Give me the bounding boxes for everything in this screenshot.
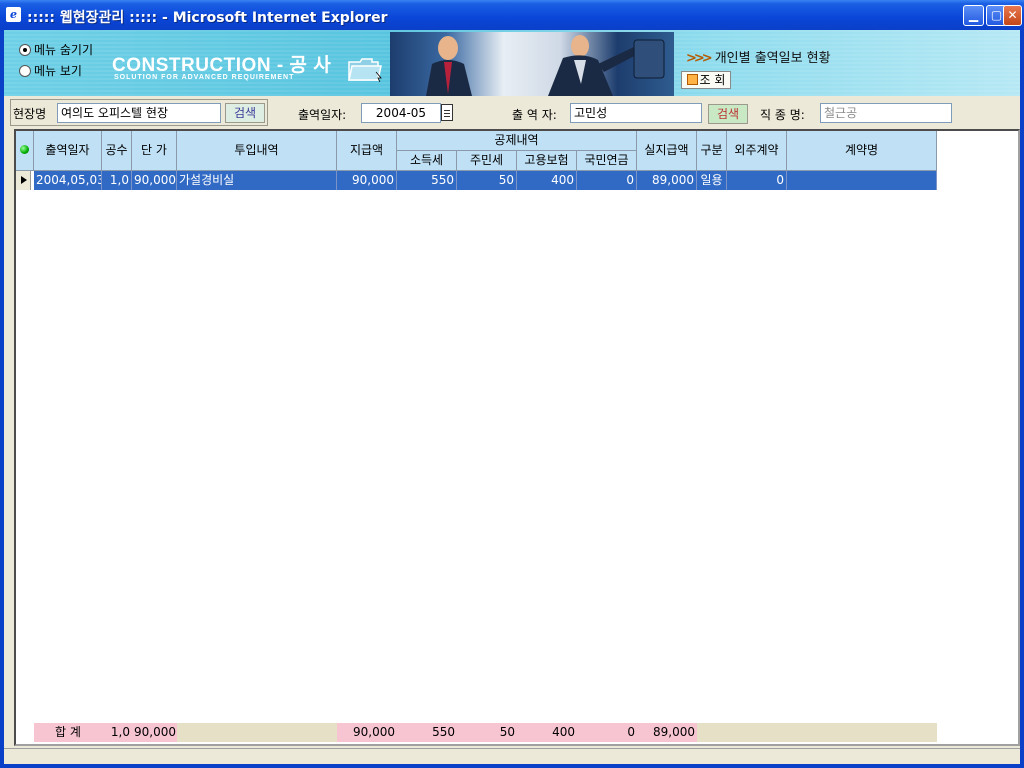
totals-label: 합 계 (34, 723, 102, 742)
ie-icon: e (6, 7, 21, 22)
calendar-icon[interactable] (441, 104, 453, 121)
col-header-category[interactable]: 구분 (697, 131, 727, 171)
query-button[interactable]: 조 회 (681, 71, 731, 89)
menu-hide-radio[interactable]: 메뉴 숨기기 (19, 41, 93, 58)
cell-outsourcing[interactable]: 0 (727, 171, 787, 190)
report-title: >>> 개인별 출역일보 현황 (686, 51, 831, 66)
col-header-unit-price[interactable]: 단 가 (132, 131, 177, 171)
totals-workdays: 1,0 (102, 723, 132, 742)
cell-payment[interactable]: 90,000 (337, 171, 397, 190)
grid-corner-cell (16, 131, 34, 171)
cell-detail[interactable]: 가설경비실 (177, 171, 337, 190)
job-field[interactable]: 철근공 (820, 103, 952, 123)
cell-employment-insurance[interactable]: 400 (517, 171, 577, 190)
minimize-button[interactable]: ▁ (963, 5, 984, 26)
col-header-detail[interactable]: 투입내역 (177, 131, 337, 171)
status-dot-icon (20, 145, 29, 154)
worker-label: 출 역 자: (512, 108, 557, 122)
col-header-workdays[interactable]: 공수 (102, 131, 132, 171)
totals-employment-insurance: 400 (517, 723, 577, 742)
cell-date[interactable]: 2004,05,03 (34, 171, 102, 190)
col-header-net-payment[interactable]: 실지급액 (637, 131, 697, 171)
radio-selected-icon (19, 44, 31, 56)
date-label: 출역일자: (298, 108, 347, 122)
double-chevron-icon: >>> (686, 51, 713, 66)
totals-net-payment: 89,000 (637, 723, 697, 742)
site-label: 현장명 (13, 107, 47, 121)
close-button[interactable]: ✕ (1003, 5, 1022, 26)
date-field[interactable]: 2004-05 (361, 103, 441, 123)
totals-payment: 90,000 (337, 723, 397, 742)
col-header-date[interactable]: 출역일자 (34, 131, 102, 171)
col-header-income-tax[interactable]: 소득세 (397, 151, 457, 171)
totals-national-pension: 0 (577, 723, 637, 742)
search-bar: 현장명 여의도 오피스텔 현장 검색 출역일자: 2004-05 출 역 자: … (4, 96, 1020, 128)
header-banner: 메뉴 숨기기 메뉴 보기 CONSTRUCTION - 공 사 SOLUTION… (4, 30, 1020, 96)
status-bar (4, 748, 1020, 764)
cell-contract-name[interactable] (787, 171, 937, 190)
menu-show-radio[interactable]: 메뉴 보기 (19, 62, 82, 79)
cell-workdays[interactable]: 1,0 (102, 171, 132, 190)
col-header-deductions-group: 공제내역 (397, 131, 637, 151)
cell-category[interactable]: 일용 (697, 171, 727, 190)
brand-title: CONSTRUCTION - 공 사 (112, 55, 332, 76)
businessman-image (426, 35, 665, 96)
site-search-button[interactable]: 검색 (225, 103, 265, 123)
menu-show-label: 메뉴 보기 (34, 64, 82, 78)
cell-resident-tax[interactable]: 50 (457, 171, 517, 190)
title-bar[interactable]: e ::::: 웹현장관리 ::::: - Microsoft Internet… (0, 0, 1024, 30)
col-header-resident-tax[interactable]: 주민세 (457, 151, 517, 171)
close-icon: ✕ (1007, 8, 1018, 22)
brand-subtitle: SOLUTION FOR ADVANCED REQUIREMENT (114, 74, 295, 81)
minimize-icon: ▁ (968, 8, 979, 22)
cell-unit-price[interactable]: 90,000 (132, 171, 177, 190)
cell-net-payment[interactable]: 89,000 (637, 171, 697, 190)
cell-income-tax[interactable]: 550 (397, 171, 457, 190)
job-label: 직 종 명: (760, 108, 805, 122)
page-content: 메뉴 숨기기 메뉴 보기 CONSTRUCTION - 공 사 SOLUTION… (4, 30, 1020, 764)
worker-attendance-grid: 출역일자 공수 단 가 투입내역 지급액 공제내역 소득세 주민세 고용보험 국… (14, 129, 1020, 746)
site-name-field[interactable]: 여의도 오피스텔 현장 (57, 103, 221, 123)
totals-remaining-blank (697, 723, 937, 742)
worker-search-button[interactable]: 검색 (708, 104, 748, 124)
row-pointer-icon (16, 171, 31, 190)
worker-field[interactable]: 고민성 (570, 103, 702, 123)
radio-unselected-icon (19, 65, 31, 77)
cell-national-pension[interactable]: 0 (577, 171, 637, 190)
totals-detail-blank (177, 723, 337, 742)
col-header-outsourcing[interactable]: 외주계약 (727, 131, 787, 171)
totals-unit-price: 90,000 (132, 723, 177, 742)
col-header-employment-insurance[interactable]: 고용보험 (517, 151, 577, 171)
ie-window: e ::::: 웹현장관리 ::::: - Microsoft Internet… (0, 0, 1024, 768)
totals-resident-tax: 50 (457, 723, 517, 742)
col-header-national-pension[interactable]: 국민연금 (577, 151, 637, 171)
col-header-contract-name[interactable]: 계약명 (787, 131, 937, 171)
col-header-payment[interactable]: 지급액 (337, 131, 397, 171)
list-icon (686, 74, 698, 85)
folder-icon (348, 58, 382, 82)
totals-income-tax: 550 (397, 723, 457, 742)
menu-hide-label: 메뉴 숨기기 (34, 43, 94, 57)
window-title: ::::: 웹현장관리 ::::: - Microsoft Internet E… (27, 10, 388, 26)
maximize-icon: ▢ (990, 8, 1003, 22)
site-search-group: 현장명 여의도 오피스텔 현장 검색 (10, 99, 268, 126)
